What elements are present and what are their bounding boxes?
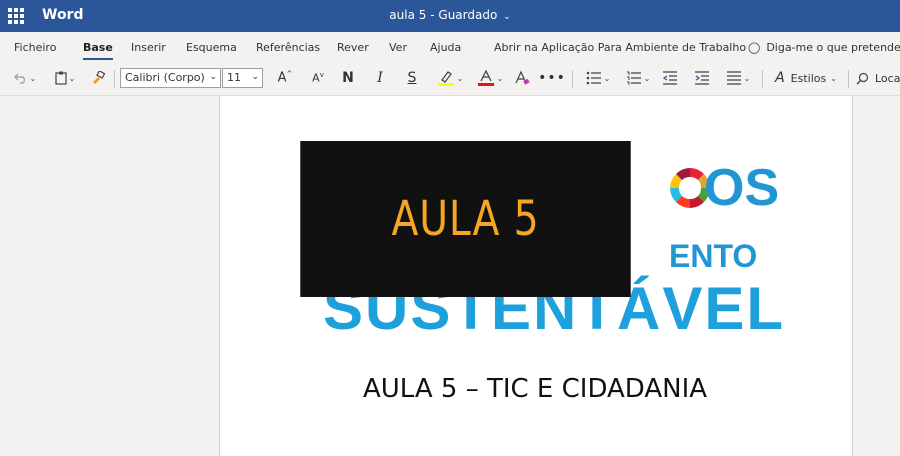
bullet-list-icon [586, 71, 601, 85]
highlighter-icon [437, 71, 454, 86]
lesson-title-overlay: AULA 5 [300, 141, 631, 297]
tab-base[interactable]: Base [83, 41, 113, 60]
format-painter-icon [93, 71, 105, 84]
lightbulb-icon: ◯ [748, 41, 761, 54]
document-heading[interactable]: AULA 5 – TIC E CIDADANIA [219, 374, 851, 404]
styles-label: Estilos [790, 71, 827, 85]
highlight-button[interactable]: ⌄ [434, 67, 466, 89]
chevron-down-icon: ⌄ [29, 73, 37, 83]
ellipsis-icon: ••• [538, 70, 566, 86]
shrink-font-icon: Av [312, 71, 324, 85]
decrease-indent-icon [662, 71, 677, 85]
numbering-button[interactable]: ⌄ [622, 67, 654, 89]
document-name: aula 5 [389, 8, 427, 22]
document-title[interactable]: aula 5 - Guardado ⌄ [0, 8, 900, 22]
font-color-icon [477, 69, 494, 86]
sdg-image-text-os: OS [704, 159, 780, 217]
numbered-list-icon [626, 71, 641, 85]
chevron-down-icon: ⌄ [503, 12, 511, 22]
font-color-button[interactable]: ⌄ [474, 67, 506, 89]
chevron-down-icon: ⌄ [251, 72, 259, 82]
title-separator: - [430, 8, 435, 22]
increase-indent-button[interactable] [692, 67, 712, 89]
underline-button[interactable]: S [402, 67, 422, 89]
undo-icon [13, 73, 25, 84]
bullets-button[interactable]: ⌄ [582, 67, 614, 89]
grow-font-icon: A^ [277, 70, 293, 86]
chevron-down-icon: ⌄ [209, 72, 217, 82]
italic-button[interactable]: I [370, 67, 390, 89]
tell-me-placeholder: Diga-me o que pretende fazer [766, 41, 900, 54]
align-left-icon [726, 71, 741, 85]
find-label: Localizar [875, 71, 900, 85]
tab-referencias[interactable]: Referências [256, 41, 320, 54]
ribbon-toolbar: ⌄ ⌄ Calibri (Corpo) ⌄ 11 ⌄ A^ Av N I S ⌄ ⌄… [0, 62, 900, 96]
ribbon-tabs: Ficheiro Base Inserir Esquema Referência… [0, 32, 900, 62]
tab-ajuda[interactable]: Ajuda [430, 41, 461, 54]
bold-button[interactable]: N [338, 67, 358, 89]
styles-button[interactable]: A Estilos ⌄ [770, 67, 842, 89]
clear-formatting-icon [515, 70, 530, 85]
chevron-down-icon: ⌄ [496, 73, 504, 83]
tell-me-search[interactable]: ◯ Diga-me o que pretende fazer [748, 41, 900, 54]
font-name-value: Calibri (Corpo) [125, 71, 205, 84]
tab-esquema[interactable]: Esquema [186, 41, 237, 54]
chevron-down-icon: ⌄ [643, 73, 651, 83]
undo-button[interactable]: ⌄ [10, 67, 40, 89]
tab-rever[interactable]: Rever [337, 41, 369, 54]
decrease-indent-button[interactable] [660, 67, 680, 89]
toolbar-separator [848, 70, 849, 88]
font-size-dropdown[interactable]: 11 ⌄ [222, 68, 263, 88]
sdg-image-text-ento: ENTO [669, 238, 758, 274]
tab-ver[interactable]: Ver [389, 41, 407, 54]
chevron-down-icon: ⌄ [743, 73, 751, 83]
search-icon [856, 72, 869, 84]
paste-button[interactable]: ⌄ [50, 67, 80, 89]
tab-ficheiro[interactable]: Ficheiro [14, 41, 56, 54]
font-size-value: 11 [227, 71, 241, 84]
tab-inserir[interactable]: Inserir [131, 41, 166, 54]
shrink-font-button[interactable]: Av [308, 67, 328, 89]
chevron-down-icon: ⌄ [68, 73, 76, 83]
tab-open-desktop-app[interactable]: Abrir na Aplicação Para Ambiente de Trab… [494, 41, 746, 54]
clipboard-icon [55, 71, 67, 85]
grow-font-button[interactable]: A^ [275, 67, 295, 89]
more-options-button[interactable]: ••• [538, 67, 565, 89]
toolbar-separator [114, 70, 115, 88]
chevron-down-icon: ⌄ [830, 73, 837, 83]
styles-icon: A [775, 70, 785, 86]
title-bar: Word aula 5 - Guardado ⌄ [0, 0, 900, 32]
chevron-down-icon: ⌄ [456, 73, 464, 83]
increase-indent-icon [695, 71, 709, 85]
save-status: Guardado [438, 8, 498, 22]
chevron-down-icon: ⌄ [603, 73, 611, 83]
font-name-dropdown[interactable]: Calibri (Corpo) ⌄ [120, 68, 221, 88]
toolbar-separator [572, 70, 573, 88]
clear-formatting-button[interactable] [512, 67, 532, 89]
toolbar-separator [762, 70, 763, 88]
align-button[interactable]: ⌄ [722, 67, 754, 89]
format-painter-button[interactable] [88, 67, 108, 89]
find-button[interactable]: Localizar [856, 67, 900, 89]
